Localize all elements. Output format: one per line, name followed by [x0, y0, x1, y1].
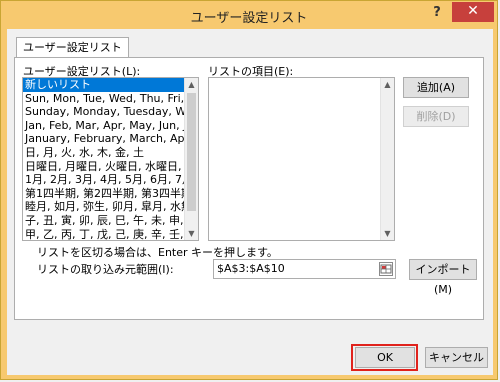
close-button[interactable]: ✕: [452, 2, 494, 22]
custom-list-item[interactable]: 新しいリスト: [23, 78, 198, 92]
scroll-up-icon[interactable]: ▲: [185, 78, 198, 91]
list-entries-value: [209, 78, 394, 82]
add-button[interactable]: 追加(A): [403, 77, 469, 98]
hint-text: リストを区切る場合は、Enter キーを押します。: [37, 246, 278, 259]
custom-list-item[interactable]: Jan, Feb, Mar, Apr, May, Jun, Jul,: [23, 119, 198, 133]
custom-lists-listbox[interactable]: 新しいリスト Sun, Mon, Tue, Wed, Thu, Fri, Sa Su…: [22, 77, 199, 241]
list-entries-scrollbar[interactable]: ▲ ▼: [380, 78, 394, 240]
import-range-label: リストの取り込み元範囲(I):: [37, 263, 174, 276]
tab-custom-lists[interactable]: ユーザー設定リスト: [16, 37, 129, 58]
custom-list-item[interactable]: 日曜日, 月曜日, 火曜日, 水曜日, 木: [23, 160, 198, 174]
custom-list-item[interactable]: 子, 丑, 寅, 卯, 辰, 巳, 午, 未, 申, 酉: [23, 214, 198, 228]
custom-list-item[interactable]: 甲, 乙, 丙, 丁, 戊, 己, 庚, 辛, 壬, 癸: [23, 228, 198, 240]
custom-list-item[interactable]: Sunday, Monday, Tuesday, Wedr: [23, 105, 198, 119]
custom-lists-items: 新しいリスト Sun, Mon, Tue, Wed, Thu, Fri, Sa Su…: [23, 78, 198, 240]
custom-list-item[interactable]: January, February, March, April,: [23, 132, 198, 146]
custom-list-item[interactable]: 睦月, 如月, 弥生, 卯月, 皐月, 水無月: [23, 200, 198, 214]
cancel-button[interactable]: キャンセル: [425, 347, 488, 368]
tab-panel: ユーザー設定リスト(L): 新しいリスト Sun, Mon, Tue, Wed, …: [14, 57, 484, 320]
import-range-input[interactable]: $A$3:$A$10: [213, 259, 396, 279]
custom-list-item[interactable]: 日, 月, 火, 水, 木, 金, 土: [23, 146, 198, 160]
delete-button[interactable]: 削除(D): [403, 106, 469, 127]
custom-list-item[interactable]: 第1四半期, 第2四半期, 第3四半期,: [23, 187, 198, 201]
title-bar[interactable]: ユーザー設定リスト ? ✕: [1, 1, 497, 29]
range-select-icon[interactable]: [379, 262, 393, 276]
scroll-down-icon[interactable]: ▼: [381, 227, 394, 240]
scroll-thumb[interactable]: [187, 93, 196, 211]
custom-list-item[interactable]: 1月, 2月, 3月, 4月, 5月, 6月, 7月,: [23, 173, 198, 187]
import-range-value: $A$3:$A$10: [217, 262, 285, 275]
help-icon[interactable]: ?: [428, 4, 446, 22]
ok-button[interactable]: OK: [355, 347, 415, 368]
scroll-down-icon[interactable]: ▼: [185, 227, 198, 240]
list-entries-textarea[interactable]: ▲ ▼: [208, 77, 395, 241]
import-button[interactable]: インポート(M): [409, 259, 477, 296]
dialog-window: ユーザー設定リスト ? ✕ ユーザー設定リスト ユーザー設定リスト(L): 新し…: [0, 0, 498, 380]
custom-lists-scrollbar[interactable]: ▲ ▼: [184, 78, 198, 240]
dialog-title: ユーザー設定リスト: [190, 11, 308, 26]
scroll-up-icon[interactable]: ▲: [381, 78, 394, 91]
dialog-body: ユーザー設定リスト ユーザー設定リスト(L): 新しいリスト Sun, Mon, …: [7, 29, 493, 375]
custom-list-item[interactable]: Sun, Mon, Tue, Wed, Thu, Fri, Sa: [23, 92, 198, 106]
